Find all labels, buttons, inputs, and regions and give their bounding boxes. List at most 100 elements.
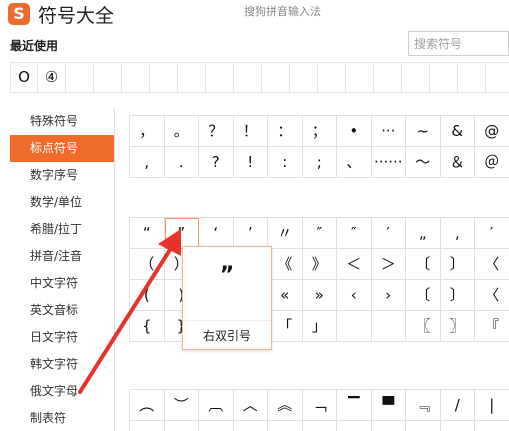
sidebar-item-3[interactable]: 数学/单位 xyxy=(0,189,114,216)
recent-symbol-cell[interactable] xyxy=(290,63,318,92)
symbol-cell[interactable]: 〔 xyxy=(406,249,441,280)
symbol-cell[interactable]: ： xyxy=(268,116,303,147)
symbol-cell[interactable]: ﹁ xyxy=(302,390,337,421)
symbol-cell[interactable] xyxy=(337,421,372,431)
symbol-cell[interactable]: » xyxy=(302,280,337,311)
symbol-cell[interactable]: @ xyxy=(475,116,509,147)
recent-symbol-cell[interactable] xyxy=(122,63,150,92)
sidebar-item-0[interactable]: 特殊符号 xyxy=(0,108,114,135)
symbol-cell[interactable]: 〕 xyxy=(440,249,475,280)
symbol-cell[interactable]: ﹃ xyxy=(406,390,441,421)
symbol-cell[interactable]: 〕 xyxy=(440,280,475,311)
recent-symbol-cell[interactable] xyxy=(346,63,374,92)
sidebar-item-2[interactable]: 数字序号 xyxy=(0,162,114,189)
symbol-cell[interactable]: ▀ xyxy=(371,390,406,421)
symbol-cell[interactable]: 。 xyxy=(164,116,199,147)
symbol-cell[interactable]: ， xyxy=(130,116,165,147)
symbol-cell[interactable] xyxy=(406,421,441,431)
symbol-cell[interactable]: ″ xyxy=(302,218,337,249)
search-input[interactable] xyxy=(414,33,509,54)
symbol-cell[interactable]: （ xyxy=(130,249,165,280)
symbol-cell[interactable]: ＠ xyxy=(475,147,509,178)
symbol-cell[interactable]: ~ xyxy=(406,116,441,147)
symbol-cell[interactable]: ＞ xyxy=(371,249,406,280)
symbol-cell[interactable] xyxy=(337,311,372,342)
symbol-cell[interactable]: ！ xyxy=(233,116,268,147)
symbol-cell[interactable]: ？ xyxy=(199,116,234,147)
symbol-cell[interactable]: ” xyxy=(164,218,199,249)
symbol-cell[interactable]: 、 xyxy=(337,147,372,178)
symbol-cell[interactable] xyxy=(165,421,199,431)
symbol-cell[interactable] xyxy=(475,421,509,431)
symbol-cell[interactable]: . xyxy=(164,147,199,178)
sidebar-item-1[interactable]: 标点符号 xyxy=(10,135,114,162)
symbol-cell[interactable] xyxy=(303,421,337,431)
symbol-cell[interactable]: , xyxy=(130,147,165,178)
recent-symbol-cell[interactable] xyxy=(318,63,346,92)
symbol-cell[interactable]: ′ xyxy=(475,218,509,249)
recent-symbol-cell[interactable] xyxy=(262,63,290,92)
symbol-cell[interactable]: „ xyxy=(406,218,441,249)
symbol-cell[interactable]: 『 xyxy=(475,311,509,342)
recent-symbol-cell[interactable] xyxy=(374,63,402,92)
symbol-cell[interactable]: 《 xyxy=(268,249,303,280)
symbol-cell[interactable] xyxy=(372,421,406,431)
symbol-cell[interactable]: ＜ xyxy=(337,249,372,280)
symbol-cell[interactable]: ’ xyxy=(233,218,268,249)
symbol-cell[interactable]: 」 xyxy=(302,311,337,342)
recent-symbol-cell[interactable] xyxy=(178,63,206,92)
recent-symbol-cell[interactable] xyxy=(206,63,234,92)
symbol-cell[interactable]: ! xyxy=(233,147,268,178)
recent-symbol-cell[interactable]: O xyxy=(10,63,38,92)
symbol-cell[interactable]: | xyxy=(475,390,509,421)
symbol-cell[interactable]: ︶ xyxy=(164,390,199,421)
symbol-cell[interactable] xyxy=(371,311,406,342)
symbol-cell[interactable]: ▔ xyxy=(337,390,372,421)
symbol-cell[interactable]: ′ xyxy=(371,218,406,249)
symbol-cell[interactable]: › xyxy=(371,280,406,311)
symbol-cell[interactable]: ··· xyxy=(371,116,406,147)
sidebar-item-9[interactable]: 韩文字符 xyxy=(0,351,114,378)
sidebar-item-11[interactable]: 制表符 xyxy=(0,405,114,431)
sidebar-item-5[interactable]: 拼音/注音 xyxy=(0,243,114,270)
symbol-cell[interactable]: ︹ xyxy=(199,390,234,421)
symbol-cell[interactable]: ‹ xyxy=(337,280,372,311)
symbol-cell[interactable]: ······ xyxy=(371,147,406,178)
search-box[interactable] xyxy=(408,31,509,56)
symbol-cell[interactable]: 〗 xyxy=(440,311,475,342)
recent-symbol-cell[interactable] xyxy=(458,63,486,92)
symbol-cell[interactable] xyxy=(130,421,165,431)
symbol-cell[interactable]: ︵ xyxy=(130,390,165,421)
symbol-cell[interactable]: / xyxy=(440,390,475,421)
symbol-cell[interactable]: 〔 xyxy=(406,280,441,311)
symbol-cell[interactable]: ‚ xyxy=(440,218,475,249)
symbol-cell[interactable]: { xyxy=(130,311,165,342)
symbol-cell[interactable]: 〃 xyxy=(268,218,303,249)
symbol-cell[interactable] xyxy=(234,421,268,431)
sidebar-item-6[interactable]: 中文字符 xyxy=(0,270,114,297)
symbol-cell[interactable]: ︽ xyxy=(268,390,303,421)
symbol-cell[interactable]: ︿ xyxy=(233,390,268,421)
sidebar-item-8[interactable]: 日文字符 xyxy=(0,324,114,351)
symbol-cell[interactable]: 〈 xyxy=(475,249,509,280)
symbol-cell[interactable]: & xyxy=(440,116,475,147)
symbol-cell[interactable]: • xyxy=(337,116,372,147)
recent-symbol-cell[interactable] xyxy=(94,63,122,92)
recent-symbol-cell[interactable] xyxy=(430,63,458,92)
symbol-cell[interactable]: 〖 xyxy=(406,311,441,342)
symbol-cell[interactable]: « xyxy=(268,280,303,311)
symbol-cell[interactable]: ? xyxy=(199,147,234,178)
recent-symbol-cell[interactable] xyxy=(66,63,94,92)
recent-symbol-cell[interactable] xyxy=(150,63,178,92)
symbol-cell[interactable]: ； xyxy=(302,116,337,147)
sidebar-item-4[interactable]: 希腊/拉丁 xyxy=(0,216,114,243)
symbol-cell[interactable]: ″ xyxy=(337,218,372,249)
recent-symbol-cell[interactable] xyxy=(234,63,262,92)
recent-symbol-cell[interactable] xyxy=(402,63,430,92)
symbol-cell[interactable]: : xyxy=(268,147,303,178)
symbol-cell[interactable]: 〈 xyxy=(475,280,509,311)
symbol-cell[interactable]: “ xyxy=(130,218,165,249)
symbol-cell[interactable] xyxy=(268,421,303,431)
symbol-cell[interactable]: ＆ xyxy=(440,147,475,178)
symbol-cell[interactable] xyxy=(199,421,234,431)
